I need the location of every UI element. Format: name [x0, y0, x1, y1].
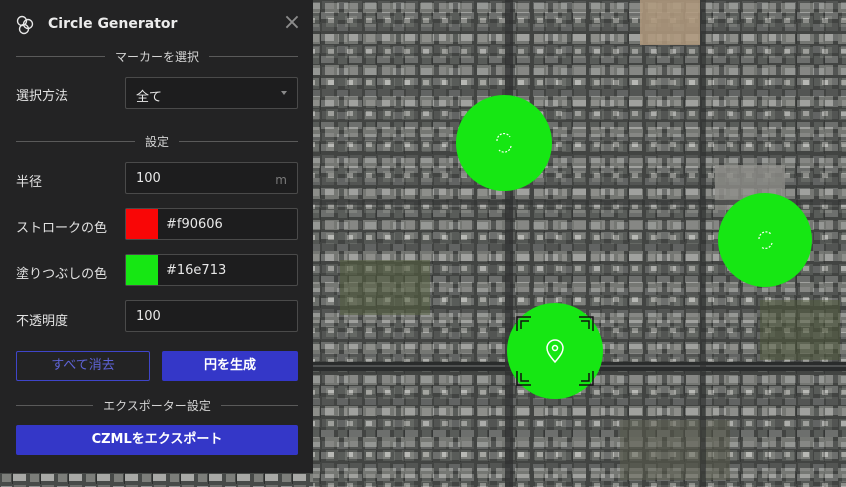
stroke-color-swatch[interactable] — [126, 209, 158, 239]
panel-header: Circle Generator × — [0, 0, 313, 48]
export-section-divider: エクスポーター設定 — [16, 397, 298, 413]
opacity-label: 不透明度 — [16, 314, 69, 329]
method-label: 選択方法 — [16, 89, 69, 104]
clear-all-button[interactable]: すべて消去 — [16, 351, 150, 381]
settings-section-divider: 設定 — [16, 133, 299, 149]
generate-circles-button[interactable]: 円を生成 — [162, 351, 298, 381]
fill-color-label: 塗りつぶしの色 — [16, 267, 108, 282]
stroke-color-label: ストロークの色 — [16, 221, 108, 236]
radius-unit: m — [275, 173, 287, 187]
chevron-down-icon — [281, 91, 287, 95]
opacity-value: 100 — [136, 309, 161, 324]
circle-1[interactable] — [456, 95, 552, 191]
method-select[interactable]: 全て — [125, 77, 298, 109]
export-czml-button[interactable]: CZMLをエクスポート — [16, 425, 298, 455]
export-section-heading: エクスポーター設定 — [103, 398, 211, 413]
radius-label: 半径 — [16, 175, 43, 190]
method-select-value: 全て — [136, 90, 163, 105]
circle-3[interactable] — [507, 303, 603, 399]
fill-color-value: #16e713 — [166, 263, 227, 278]
close-icon[interactable]: × — [281, 12, 303, 34]
panel-title: Circle Generator — [48, 16, 178, 32]
opacity-input[interactable]: 100 — [125, 300, 298, 332]
stroke-color-value: #f90606 — [166, 217, 223, 232]
fill-color-swatch[interactable] — [126, 255, 158, 285]
circles-logo-icon — [16, 15, 34, 35]
stroke-color-input[interactable]: #f90606 — [125, 208, 298, 240]
radius-value: 100 — [136, 171, 161, 186]
radius-input[interactable]: 100 m — [125, 162, 298, 194]
circle-2[interactable] — [718, 193, 812, 287]
fill-color-input[interactable]: #16e713 — [125, 254, 298, 286]
marker-section-heading: マーカーを選択 — [115, 49, 200, 64]
marker-section-divider: マーカーを選択 — [16, 48, 299, 64]
circle-generator-panel: Circle Generator × マーカーを選択 選択方法 全て 設定 半径… — [0, 0, 313, 473]
settings-section-heading: 設定 — [145, 134, 170, 149]
